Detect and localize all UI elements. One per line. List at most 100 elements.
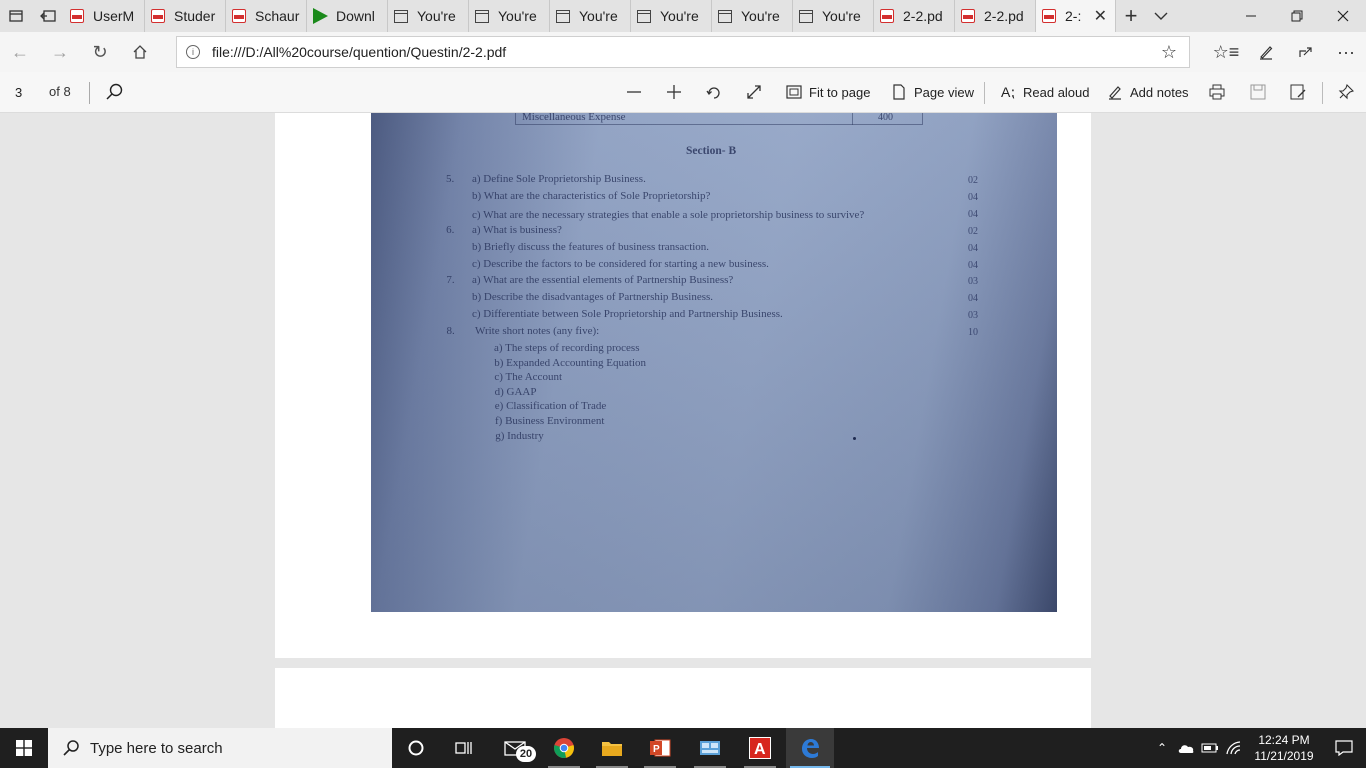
page-icon bbox=[799, 9, 813, 23]
question-text: a) What is business? bbox=[472, 223, 562, 236]
browser-tab[interactable]: You're bbox=[550, 0, 631, 32]
battery-icon[interactable] bbox=[1198, 743, 1222, 753]
pdf-icon bbox=[70, 9, 84, 23]
favorites-button[interactable]: ☆≡ bbox=[1206, 32, 1246, 72]
question-text: c) Differentiate between Sole Proprietor… bbox=[472, 308, 783, 321]
file-explorer-button[interactable] bbox=[588, 728, 636, 768]
search-icon bbox=[63, 740, 79, 756]
new-tab-button[interactable]: + bbox=[1116, 0, 1146, 32]
refresh-icon: ↻ bbox=[92, 41, 108, 62]
page-view-button[interactable]: Page view bbox=[891, 80, 974, 104]
forward-button[interactable]: → bbox=[40, 32, 80, 72]
wifi-icon[interactable] bbox=[1222, 741, 1246, 755]
task-view-button[interactable] bbox=[440, 728, 488, 768]
short-note-item: a) The steps of recording process bbox=[494, 342, 640, 354]
edge-app-button[interactable] bbox=[786, 728, 834, 768]
share-button[interactable] bbox=[1286, 32, 1326, 72]
pdf-page: Miscellaneous Expense 400 Section- B 5. a… bbox=[275, 113, 1091, 658]
svg-text:P: P bbox=[653, 744, 660, 755]
browser-tab[interactable]: You're bbox=[631, 0, 712, 32]
page-icon bbox=[637, 9, 651, 23]
rotate-button[interactable] bbox=[706, 80, 722, 104]
start-button[interactable] bbox=[0, 728, 48, 768]
question-marks: 04 bbox=[968, 208, 978, 220]
section-title: Section- B bbox=[686, 145, 737, 157]
question-marks: 04 bbox=[968, 191, 978, 203]
print-button[interactable] bbox=[1209, 80, 1225, 104]
add-notes-button[interactable]: Add notes bbox=[1107, 80, 1189, 104]
fit-to-page-button[interactable]: Fit to page bbox=[786, 80, 870, 104]
browser-tab[interactable]: UserM bbox=[64, 0, 145, 32]
tab-list-button[interactable] bbox=[1146, 0, 1176, 32]
question-number: 6. bbox=[446, 223, 455, 236]
favorite-star-icon[interactable]: ☆ bbox=[1161, 42, 1177, 63]
acrobat-app-button[interactable]: A bbox=[736, 728, 784, 768]
close-window-button[interactable] bbox=[1320, 0, 1366, 32]
powerpoint-app-button[interactable]: P bbox=[636, 728, 684, 768]
taskbar-search-box[interactable]: Type here to search bbox=[48, 728, 392, 768]
tab-label: You're bbox=[579, 8, 618, 24]
chrome-app-button[interactable] bbox=[540, 728, 588, 768]
restore-button[interactable] bbox=[1274, 0, 1320, 32]
zoom-out-button[interactable] bbox=[626, 80, 642, 104]
tab-label: Downl bbox=[336, 8, 375, 24]
page-view-label: Page view bbox=[914, 84, 974, 100]
mail-app-button[interactable]: 20 bbox=[492, 728, 540, 768]
browser-tab[interactable]: You're bbox=[712, 0, 793, 32]
address-bar[interactable]: i file:///D:/All%20course/quention/Quest… bbox=[176, 36, 1190, 68]
scanned-exam-photo: Miscellaneous Expense 400 Section- B 5. a… bbox=[371, 113, 1057, 612]
minimize-button[interactable] bbox=[1228, 0, 1274, 32]
tab-label: Studer bbox=[174, 8, 216, 24]
browser-tab[interactable]: 2-2.pd bbox=[955, 0, 1036, 32]
browser-tab[interactable]: You're bbox=[388, 0, 469, 32]
show-hidden-icons-chevron-up-icon[interactable]: ⌃ bbox=[1150, 741, 1174, 755]
short-note-item: b) Expanded Accounting Equation bbox=[494, 356, 647, 369]
pin-toolbar-button[interactable] bbox=[1338, 80, 1354, 104]
cortana-button[interactable] bbox=[392, 728, 440, 768]
short-note-item: e) Classification of Trade bbox=[494, 400, 607, 413]
browser-tab[interactable]: You're bbox=[793, 0, 874, 32]
acrobat-icon: A bbox=[749, 737, 771, 759]
browser-tab[interactable]: Schaur bbox=[226, 0, 307, 32]
more-button[interactable]: ··· bbox=[1326, 32, 1366, 72]
page-icon bbox=[475, 9, 489, 23]
windows-logo-icon bbox=[16, 740, 32, 756]
tab-preview-button[interactable] bbox=[0, 0, 32, 32]
system-clock[interactable]: 12:24 PM 11/21/2019 bbox=[1246, 732, 1322, 764]
read-aloud-icon: A⁏ bbox=[1000, 83, 1016, 100]
arrow-right-icon: → bbox=[51, 41, 69, 62]
full-screen-button[interactable] bbox=[746, 80, 762, 104]
question-marks: 10 bbox=[968, 327, 978, 339]
onedrive-cloud-icon[interactable] bbox=[1174, 742, 1198, 754]
page-total: of 8 bbox=[49, 84, 71, 99]
refresh-button[interactable]: ↻ bbox=[80, 32, 120, 72]
search-icon bbox=[106, 83, 123, 100]
browser-tab[interactable]: 2-: ✕ bbox=[1036, 0, 1116, 32]
pdf-document-viewport[interactable]: Miscellaneous Expense 400 Section- B 5. a… bbox=[0, 113, 1366, 728]
action-center-button[interactable] bbox=[1322, 740, 1366, 756]
browser-tab[interactable]: Studer bbox=[145, 0, 226, 32]
browser-tab[interactable]: You're bbox=[469, 0, 550, 32]
navigation-bar: ← → ↻ i file:///D:/All%20course/quention… bbox=[0, 32, 1366, 72]
site-info-icon[interactable]: i bbox=[186, 45, 200, 59]
control-panel-button[interactable] bbox=[686, 728, 734, 768]
minus-icon bbox=[627, 91, 641, 93]
zoom-in-button[interactable] bbox=[666, 80, 682, 104]
pdf-icon bbox=[232, 9, 246, 23]
save-as-button[interactable] bbox=[1290, 80, 1306, 104]
svg-text:A: A bbox=[754, 741, 766, 758]
browser-tab[interactable]: 2-2.pd bbox=[874, 0, 955, 32]
pdf-icon bbox=[151, 9, 165, 23]
back-button[interactable]: ← bbox=[0, 32, 40, 72]
search-in-document-button[interactable] bbox=[104, 82, 124, 102]
home-button[interactable] bbox=[120, 32, 160, 72]
question-text: c) What are the necessary strategies tha… bbox=[472, 208, 865, 221]
close-tab-icon[interactable]: ✕ bbox=[1094, 6, 1107, 26]
read-aloud-button[interactable]: A⁏ Read aloud bbox=[1000, 80, 1090, 104]
web-note-button[interactable] bbox=[1246, 32, 1286, 72]
save-button[interactable] bbox=[1250, 80, 1266, 104]
tabs-aside-button[interactable] bbox=[32, 0, 64, 32]
browser-tab[interactable]: Downl bbox=[307, 0, 388, 32]
page-icon bbox=[556, 9, 570, 23]
page-number-input[interactable]: 3 bbox=[8, 80, 36, 104]
